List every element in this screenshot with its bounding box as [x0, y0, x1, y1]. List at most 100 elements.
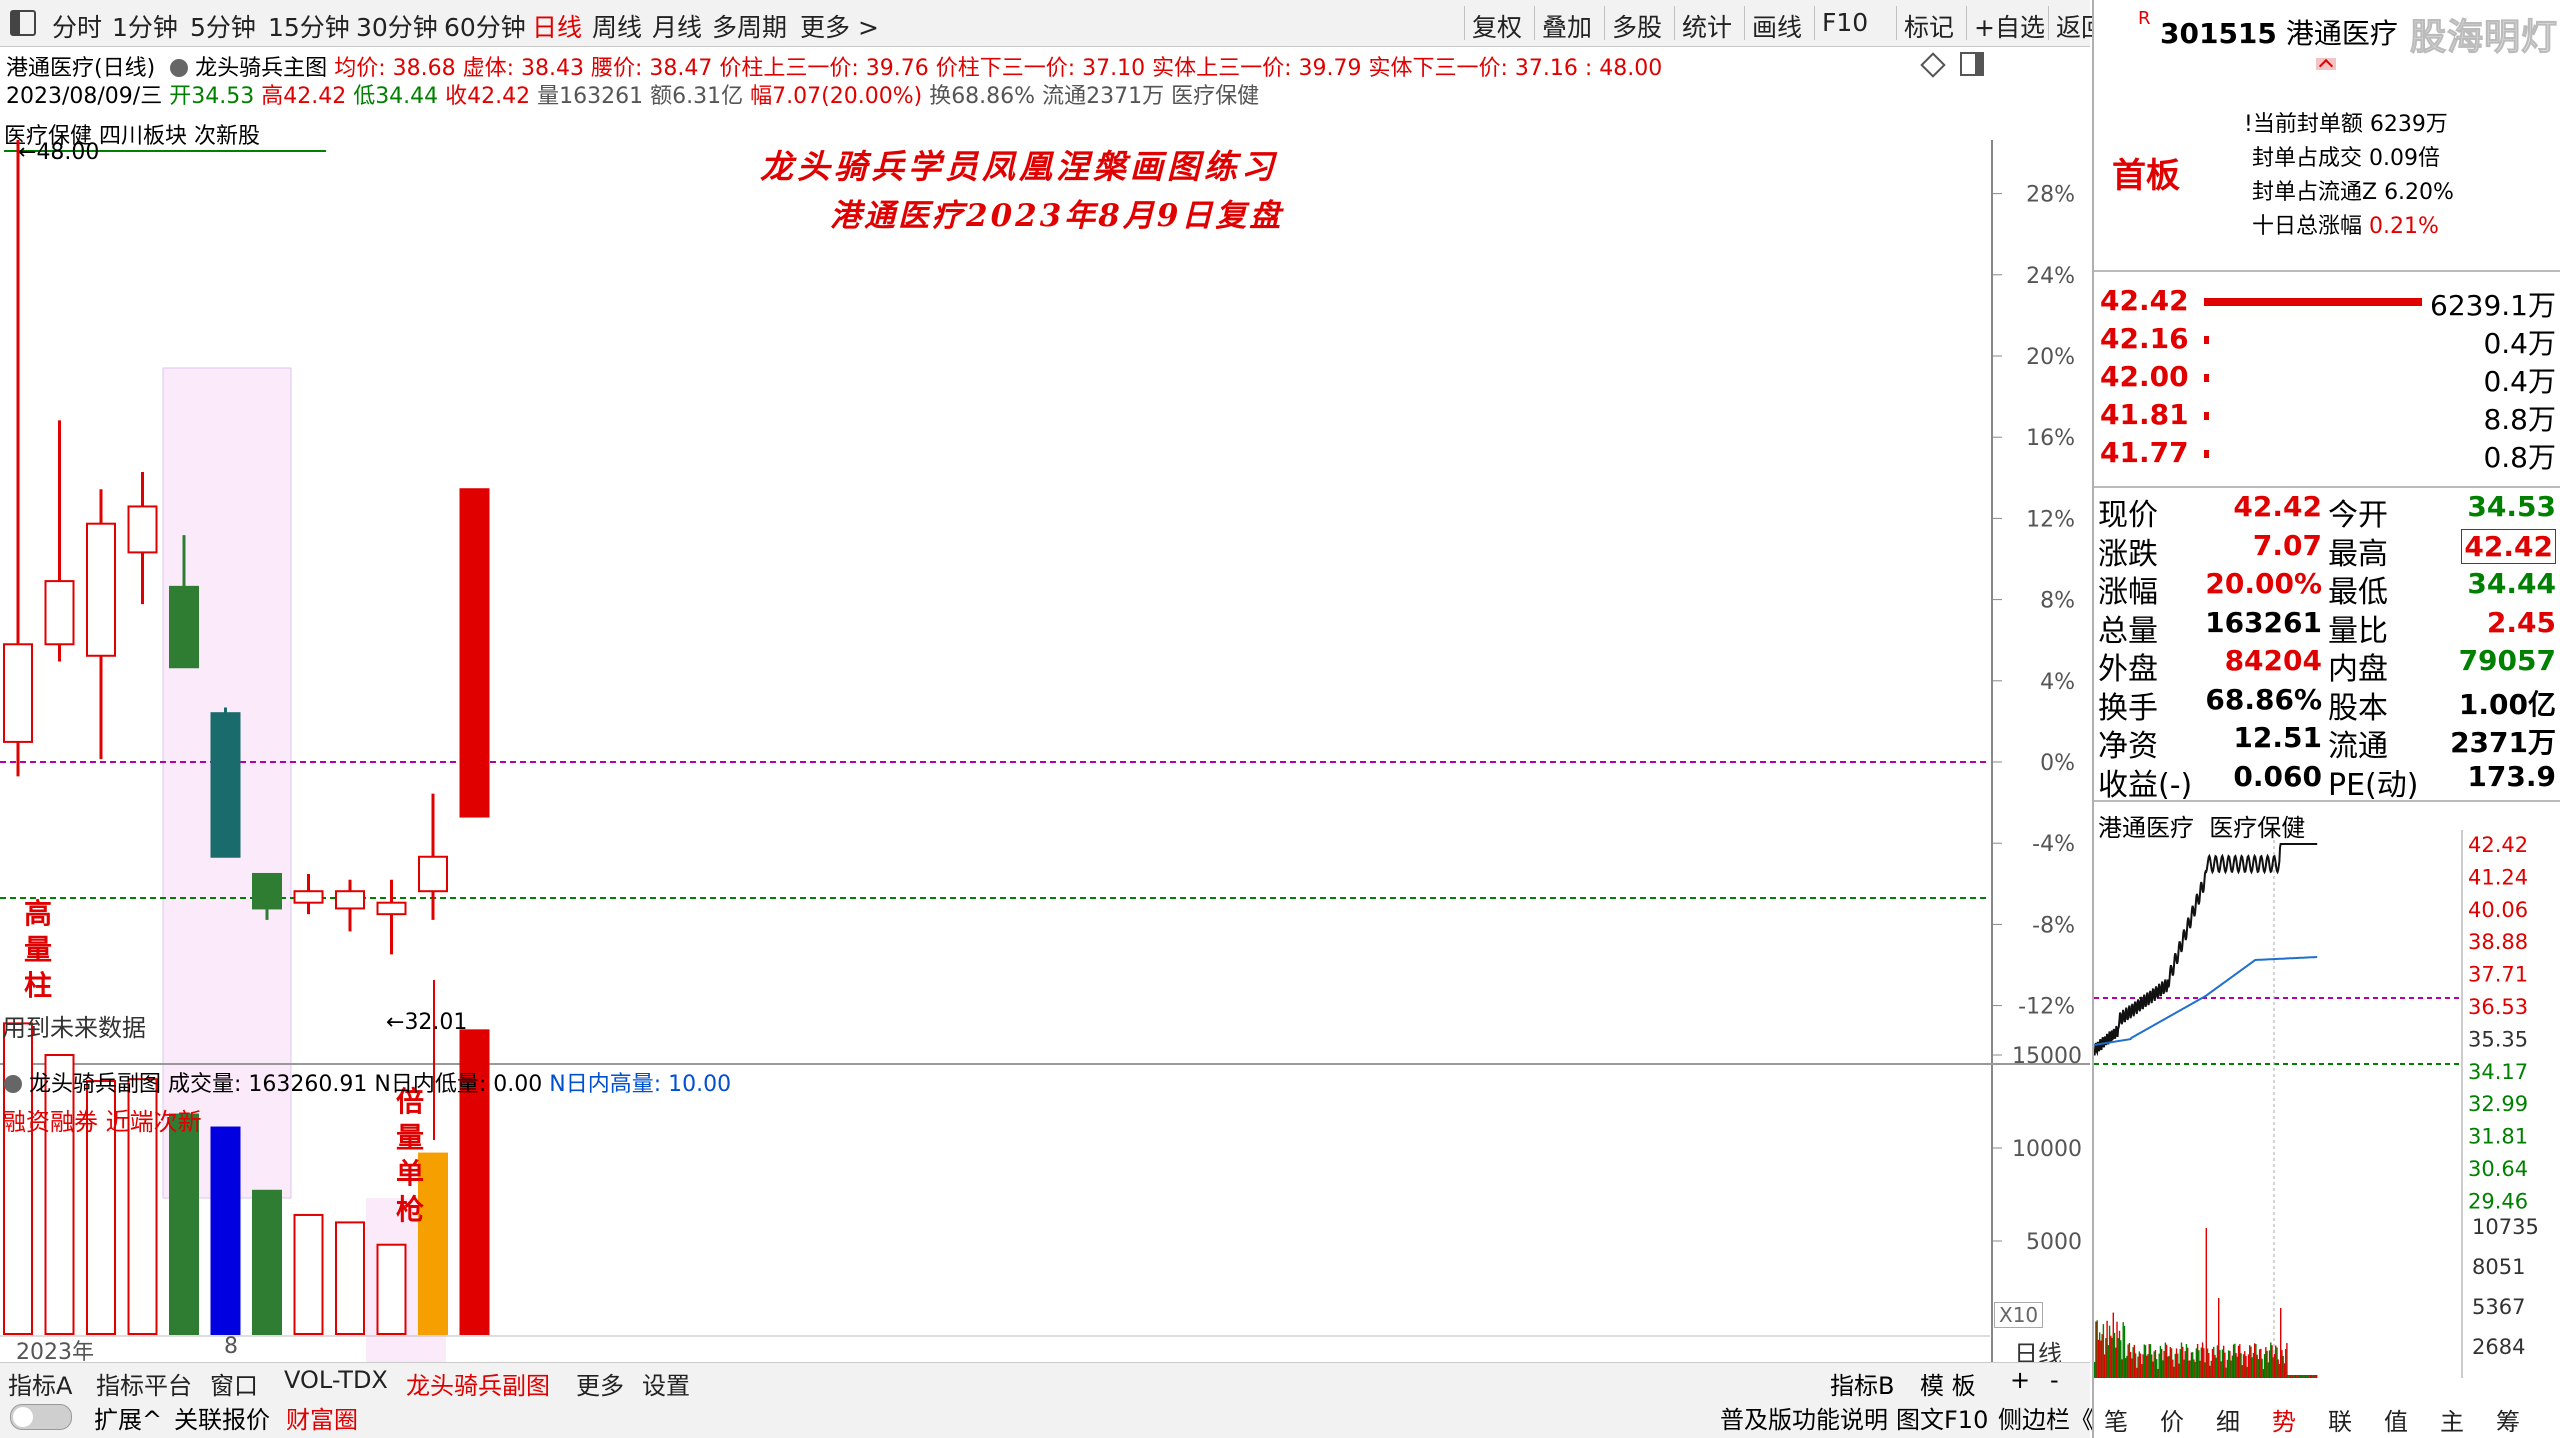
stat-value-7: 0.060: [2233, 759, 2322, 793]
volume-bar[interactable]: [210, 1126, 241, 1335]
bottom-tab-2[interactable]: 窗口: [210, 1366, 258, 1401]
volume-bar[interactable]: [376, 1243, 407, 1335]
candle-body[interactable]: [252, 872, 282, 910]
bottom-right-tab-3[interactable]: -: [2050, 1366, 2059, 1394]
right-tab-6[interactable]: 主: [2440, 1402, 2464, 1437]
volume-bar[interactable]: [293, 1213, 324, 1335]
mini-volume-bar: [2170, 1348, 2173, 1378]
period-tab-0[interactable]: 分时: [52, 8, 102, 44]
candle-body[interactable]: [169, 585, 199, 669]
right-tab-7[interactable]: 筹: [2496, 1402, 2520, 1437]
period-tab-1[interactable]: 1分钟: [112, 8, 178, 44]
right-tab-3[interactable]: 势: [2272, 1402, 2296, 1437]
candle-body[interactable]: [44, 580, 75, 646]
right-tab-0[interactable]: 笔: [2104, 1402, 2128, 1437]
candle-body[interactable]: [335, 890, 365, 910]
mini-volume-bar: [2120, 1340, 2122, 1378]
right-tab-5[interactable]: 值: [2384, 1402, 2408, 1437]
status-left-2[interactable]: 财富圈: [286, 1400, 358, 1435]
stat-value-6: 12.51: [2233, 721, 2322, 754]
mini-volume-bar: [2272, 1357, 2274, 1378]
mini-volume-bar: [2179, 1349, 2181, 1378]
mini-volume-bar: [2101, 1334, 2103, 1378]
stat-label-4: 外盘: [2098, 652, 2158, 687]
mini-volume-bar: [2262, 1369, 2265, 1378]
candle-body[interactable]: [86, 522, 116, 657]
mini-volume-bar: [2157, 1368, 2159, 1378]
candle-body[interactable]: [210, 712, 241, 858]
mini-volume-bar: [2184, 1351, 2186, 1378]
mini-volume-bar: [2122, 1322, 2124, 1378]
status-right-0[interactable]: 普及版功能说明: [1720, 1400, 1888, 1435]
mini-volume-bar: [2266, 1350, 2268, 1378]
chart-name-icon[interactable]: [170, 59, 189, 77]
mini-volume-bar: [2281, 1350, 2283, 1378]
volume-bar[interactable]: [252, 1189, 282, 1336]
bottom-right-tab-1[interactable]: 模 板: [1920, 1366, 1976, 1401]
candle-body[interactable]: [3, 643, 33, 743]
candle-body[interactable]: [459, 488, 490, 818]
subchart-icon[interactable]: [4, 1075, 22, 1093]
mini-volume-bar: [2185, 1344, 2188, 1378]
toolbar-button-0[interactable]: 复权: [1472, 8, 1522, 44]
period-tab-6[interactable]: 日线: [532, 8, 582, 44]
volume-bar[interactable]: [335, 1221, 365, 1336]
kline-chart[interactable]: 28% 24% 20% 16% 12% 8% 4% 0% -4% -8% -12% 15000 100…: [0, 140, 2090, 1370]
toolbar-button-3[interactable]: 统计: [1682, 8, 1732, 44]
right-tab-4[interactable]: 联: [2328, 1402, 2352, 1437]
candle-body[interactable]: [127, 505, 158, 554]
bottom-tab-4[interactable]: 龙头骑兵副图: [406, 1366, 550, 1401]
toolbar-button-4[interactable]: 画线: [1752, 8, 1802, 44]
candle-body[interactable]: [293, 890, 324, 904]
mini-price-tick: 34.17: [2468, 1060, 2528, 1084]
period-tab-10[interactable]: 更多 >: [800, 8, 879, 44]
mini-volume-bar: [2229, 1350, 2231, 1378]
period-tab-2[interactable]: 5分钟: [190, 8, 256, 44]
period-tab-3[interactable]: 15分钟: [268, 8, 350, 44]
candle-body[interactable]: [418, 855, 448, 893]
bottom-right-tab-2[interactable]: +: [2010, 1366, 2030, 1394]
mini-volume-bar: [2118, 1330, 2121, 1378]
status-left-1[interactable]: 关联报价: [174, 1400, 270, 1435]
pct-tick: 12%: [2026, 507, 2075, 532]
toolbar-button-1[interactable]: 叠加: [1542, 8, 1592, 44]
toolbar-button-2[interactable]: 多股: [1612, 8, 1662, 44]
bottom-tab-3[interactable]: VOL-TDX: [284, 1366, 388, 1394]
mini-volume-bar: [2237, 1345, 2240, 1378]
layout-toggle-icon[interactable]: [10, 10, 36, 36]
toolbar-button-5[interactable]: F10: [1822, 8, 1868, 37]
toolbar-button-6[interactable]: 标记: [1904, 8, 1954, 44]
toggle-switch[interactable]: [10, 1404, 72, 1430]
mini-volume-bar: [2110, 1335, 2112, 1378]
period-tab-9[interactable]: 多周期: [712, 8, 787, 44]
volume-bar[interactable]: [169, 1113, 199, 1336]
bottom-tab-0[interactable]: 指标A: [8, 1366, 72, 1401]
period-tab-4[interactable]: 30分钟: [356, 8, 438, 44]
toolbar-button-7[interactable]: +自选: [1974, 8, 2045, 44]
right-tab-2[interactable]: 细: [2216, 1402, 2240, 1437]
diamond-icon[interactable]: [1920, 52, 1946, 78]
status-right-2[interactable]: 侧边栏《: [1998, 1400, 2094, 1435]
status-right-1[interactable]: 图文F10: [1896, 1400, 1988, 1435]
status-left-0[interactable]: 扩展^: [94, 1400, 162, 1435]
bottom-tab-5[interactable]: 更多: [576, 1366, 624, 1401]
mini-volume-bar: [2314, 1375, 2317, 1378]
bottom-tab-6[interactable]: 设置: [642, 1366, 690, 1401]
stat-value2-1: 42.42: [2461, 528, 2556, 564]
period-tab-5[interactable]: 60分钟: [444, 8, 526, 44]
x-label-month: 8: [224, 1334, 238, 1359]
mini-volume-bar: [2196, 1343, 2199, 1378]
collapse-chevron-icon[interactable]: [2316, 58, 2336, 74]
right-tab-1[interactable]: 价: [2160, 1402, 2184, 1437]
mini-volume-bar: [2258, 1349, 2261, 1378]
panel-toggle-icon[interactable]: [1960, 52, 1984, 76]
period-tab-8[interactable]: 月线: [652, 8, 702, 44]
subchart-name[interactable]: 龙头骑兵副图: [29, 1072, 161, 1097]
intraday-chart[interactable]: 42.42 41.24 40.06 38.88 37.71 36.53 35.35 34.17…: [2094, 830, 2560, 1378]
bottom-tab-1[interactable]: 指标平台: [96, 1366, 192, 1401]
candle-body[interactable]: [376, 901, 407, 916]
bottom-right-tab-0[interactable]: 指标B: [1830, 1366, 1894, 1401]
mini-volume-bar: [2193, 1359, 2195, 1378]
ten-day-value: 0.21%: [2369, 214, 2439, 239]
period-tab-7[interactable]: 周线: [592, 8, 642, 44]
